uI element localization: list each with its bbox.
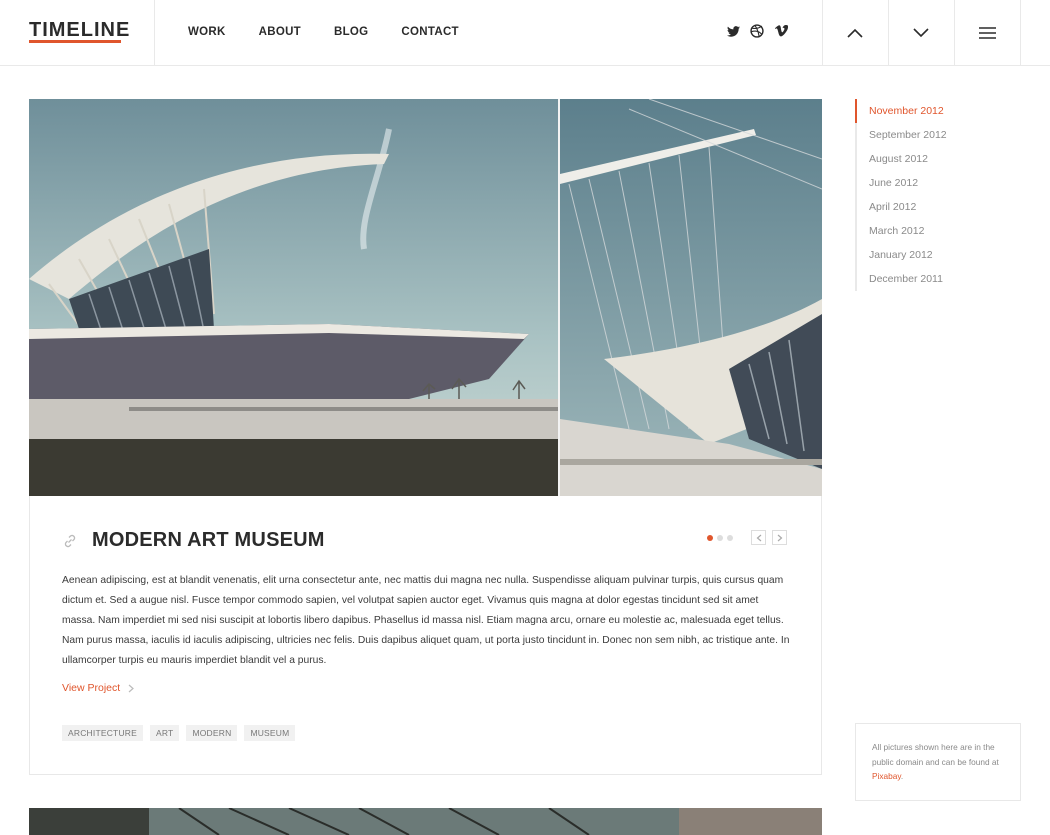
menu-button[interactable] <box>954 0 1020 66</box>
nav-contact[interactable]: CONTACT <box>401 26 458 38</box>
next-post-image[interactable] <box>29 808 822 835</box>
main-nav: WORK ABOUT BLOG CONTACT <box>188 26 492 38</box>
twitter-icon[interactable] <box>726 24 740 38</box>
menu-icon <box>978 27 996 39</box>
chevron-left-icon <box>756 534 761 541</box>
chevron-right-icon <box>777 534 782 541</box>
nav-blog[interactable]: BLOG <box>334 26 368 38</box>
nav-about[interactable]: ABOUT <box>259 26 301 38</box>
tag-modern[interactable]: MODERN <box>186 725 238 741</box>
pixabay-link[interactable]: Pixabay <box>872 771 901 781</box>
chevron-down-icon <box>913 28 929 38</box>
next-slide-button[interactable] <box>772 530 787 545</box>
social-links <box>726 24 788 38</box>
credits-note: All pictures shown here are in the publi… <box>855 723 1021 801</box>
timeline-item[interactable]: September 2012 <box>857 123 997 147</box>
prev-slide-button[interactable] <box>751 530 766 545</box>
slide-indicator <box>707 535 733 541</box>
tag-museum[interactable]: MUSEUM <box>244 725 296 741</box>
header-divider <box>154 0 155 66</box>
view-project-link[interactable]: View Project <box>62 682 135 694</box>
post-description: Aenean adipiscing, est at blandit venena… <box>62 575 790 666</box>
timeline-item[interactable]: April 2012 <box>857 195 997 219</box>
dribbble-icon[interactable] <box>750 24 764 38</box>
timeline-item[interactable]: December 2011 <box>857 267 997 291</box>
logo[interactable]: TIMELINE <box>29 20 130 40</box>
header-divider <box>1020 0 1021 66</box>
scroll-down-button[interactable] <box>888 0 954 66</box>
timeline-item[interactable]: June 2012 <box>857 171 997 195</box>
site-header: TIMELINE WORK ABOUT BLOG CONTACT <box>0 0 1050 66</box>
view-project-label: View Project <box>62 682 121 694</box>
timeline-item[interactable]: March 2012 <box>857 219 997 243</box>
timeline-item[interactable]: August 2012 <box>857 147 997 171</box>
chevron-right-icon <box>128 684 135 692</box>
nav-work[interactable]: WORK <box>188 26 226 38</box>
timeline-nav: November 2012 September 2012 August 2012… <box>855 99 997 291</box>
link-icon <box>64 534 76 548</box>
vimeo-icon[interactable] <box>774 24 788 38</box>
tag-art[interactable]: ART <box>150 725 180 741</box>
slide-dot[interactable] <box>707 535 713 541</box>
timeline-item[interactable]: November 2012 <box>855 99 997 123</box>
timeline-item[interactable]: January 2012 <box>857 243 997 267</box>
post-title[interactable]: MODERN ART MUSEUM <box>92 529 325 552</box>
scroll-up-button[interactable] <box>822 0 888 66</box>
tag-architecture[interactable]: ARCHITECTURE <box>62 725 143 741</box>
chevron-up-icon <box>847 28 863 38</box>
credits-text: All pictures shown here are in the publi… <box>872 742 999 767</box>
slide-dot[interactable] <box>727 535 733 541</box>
credits-text-end: . <box>900 771 904 781</box>
logo-underline <box>29 40 121 43</box>
post-tags: ARCHITECTURE ART MODERN MUSEUM <box>62 725 296 741</box>
slide-dot[interactable] <box>717 535 723 541</box>
post-hero-image[interactable] <box>29 99 822 496</box>
